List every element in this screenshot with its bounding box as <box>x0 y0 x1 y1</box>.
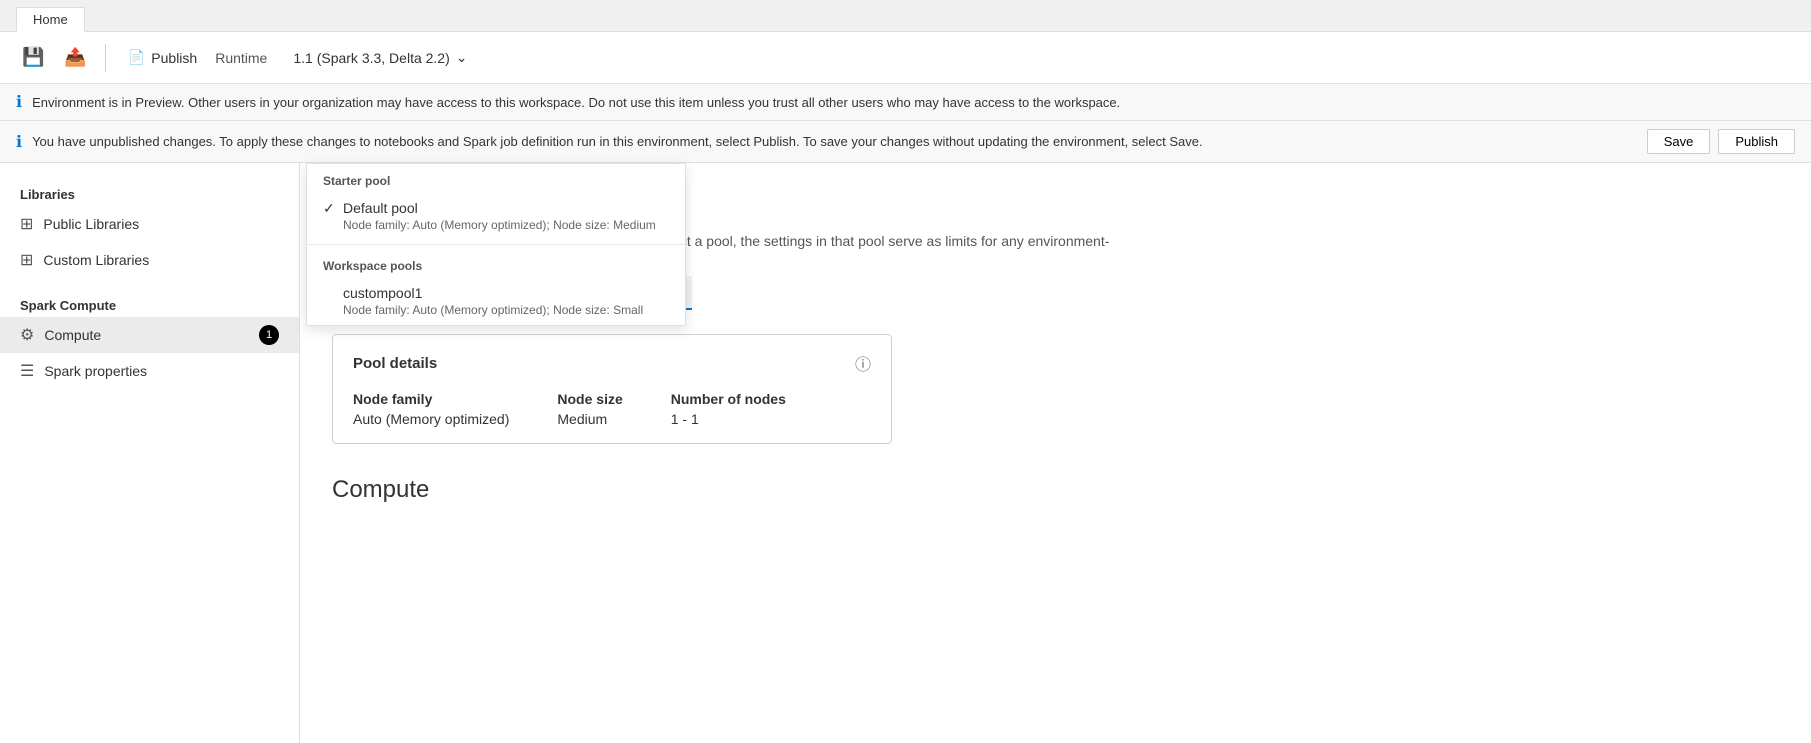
banner-publish-button[interactable]: Publish <box>1718 129 1795 154</box>
preview-banner: ℹ Environment is in Preview. Other users… <box>0 84 1811 121</box>
publish-icon: 📄 <box>128 49 145 66</box>
node-family-label: Node family <box>353 391 509 407</box>
tab-bar: Home <box>0 0 1811 32</box>
export-icon: 📤 <box>64 47 86 68</box>
pool-num-nodes-col: Number of nodes 1 - 1 <box>671 391 786 427</box>
libraries-section-title: Libraries <box>0 179 299 206</box>
sidebar-item-custom-libraries[interactable]: ⊞ Custom Libraries <box>0 242 299 278</box>
dropdown-item-default-pool-label: Default pool <box>343 200 669 216</box>
save-icon: 💾 <box>22 47 44 68</box>
pool-node-family-col: Node family Auto (Memory optimized) <box>353 391 509 427</box>
spark-properties-icon: ☰ <box>20 361 34 381</box>
dropdown-item-default-pool[interactable]: Default pool Node family: Auto (Memory o… <box>307 192 685 240</box>
banner-save-button[interactable]: Save <box>1647 129 1711 154</box>
starter-pool-section-header: Starter pool <box>307 164 685 192</box>
banner-actions: Save Publish <box>1647 129 1795 154</box>
pool-details-card: Pool details ⓘ Node family Auto (Memory … <box>332 334 892 444</box>
runtime-version: 1.1 (Spark 3.3, Delta 2.2) <box>293 50 449 66</box>
runtime-dropdown[interactable]: 1.1 (Spark 3.3, Delta 2.2) ⌄ <box>283 43 477 72</box>
toolbar-divider <box>105 44 106 72</box>
num-nodes-value: 1 - 1 <box>671 411 786 427</box>
custom-libraries-icon: ⊞ <box>20 250 33 270</box>
pool-details-grid: Node family Auto (Memory optimized) Node… <box>353 391 871 427</box>
dropdown-item-custompool1[interactable]: custompool1 Node family: Auto (Memory op… <box>307 277 685 325</box>
save-button[interactable]: 💾 <box>16 41 50 74</box>
sidebar: Libraries ⊞ Public Libraries ⊞ Custom Li… <box>0 163 300 743</box>
export-button[interactable]: 📤 <box>58 41 92 74</box>
pool-node-size-col: Node size Medium <box>557 391 622 427</box>
compute-icon: ⚙ <box>20 325 34 345</box>
home-tab[interactable]: Home <box>16 7 85 32</box>
unpublished-banner: ℹ You have unpublished changes. To apply… <box>0 121 1811 163</box>
sidebar-item-spark-properties[interactable]: ☰ Spark properties <box>0 353 299 389</box>
public-libraries-icon: ⊞ <box>20 214 33 234</box>
sidebar-item-compute[interactable]: ⚙ Compute 1 <box>0 317 299 353</box>
sidebar-item-spark-properties-label: Spark properties <box>44 363 147 379</box>
num-nodes-label: Number of nodes <box>671 391 786 407</box>
workspace-pools-section-header: Workspace pools <box>307 249 685 277</box>
dropdown-separator <box>307 244 685 245</box>
main-layout: Libraries ⊞ Public Libraries ⊞ Custom Li… <box>0 163 1811 743</box>
runtime-chevron-icon: ⌄ <box>456 49 468 66</box>
compute-section-title: Compute <box>332 476 1779 504</box>
dropdown-item-custompool1-sub: Node family: Auto (Memory optimized); No… <box>343 303 669 317</box>
node-family-value: Auto (Memory optimized) <box>353 411 509 427</box>
sidebar-item-public-libraries-label: Public Libraries <box>43 216 139 232</box>
toolbar: 💾 📤 📄 Publish Runtime 1.1 (Spark 3.3, De… <box>0 32 1811 84</box>
runtime-label: Runtime <box>215 50 267 66</box>
preview-banner-text: Environment is in Preview. Other users i… <box>32 95 1120 110</box>
node-size-label: Node size <box>557 391 622 407</box>
pool-details-title: Pool details <box>353 355 437 372</box>
pool-details-info-icon[interactable]: ⓘ <box>855 351 871 375</box>
banners-container: ℹ Environment is in Preview. Other users… <box>0 84 1811 163</box>
publish-button[interactable]: 📄 Publish <box>118 43 207 72</box>
sidebar-item-compute-label: Compute <box>44 327 101 343</box>
sidebar-item-custom-libraries-label: Custom Libraries <box>43 252 149 268</box>
info-icon-1: ℹ <box>16 92 22 112</box>
spark-compute-section-title: Spark Compute <box>0 290 299 317</box>
pool-details-header: Pool details ⓘ <box>353 351 871 375</box>
dropdown-item-custompool1-label: custompool1 <box>343 285 669 301</box>
sidebar-item-public-libraries[interactable]: ⊞ Public Libraries <box>0 206 299 242</box>
unpublished-banner-text: You have unpublished changes. To apply t… <box>32 134 1621 149</box>
pool-dropdown-popup: Starter pool Default pool Node family: A… <box>306 163 686 326</box>
compute-badge: 1 <box>259 325 279 345</box>
publish-label: Publish <box>151 50 197 66</box>
info-icon-2: ℹ <box>16 132 22 152</box>
node-size-value: Medium <box>557 411 622 427</box>
dropdown-item-default-pool-sub: Node family: Auto (Memory optimized); No… <box>343 218 669 232</box>
